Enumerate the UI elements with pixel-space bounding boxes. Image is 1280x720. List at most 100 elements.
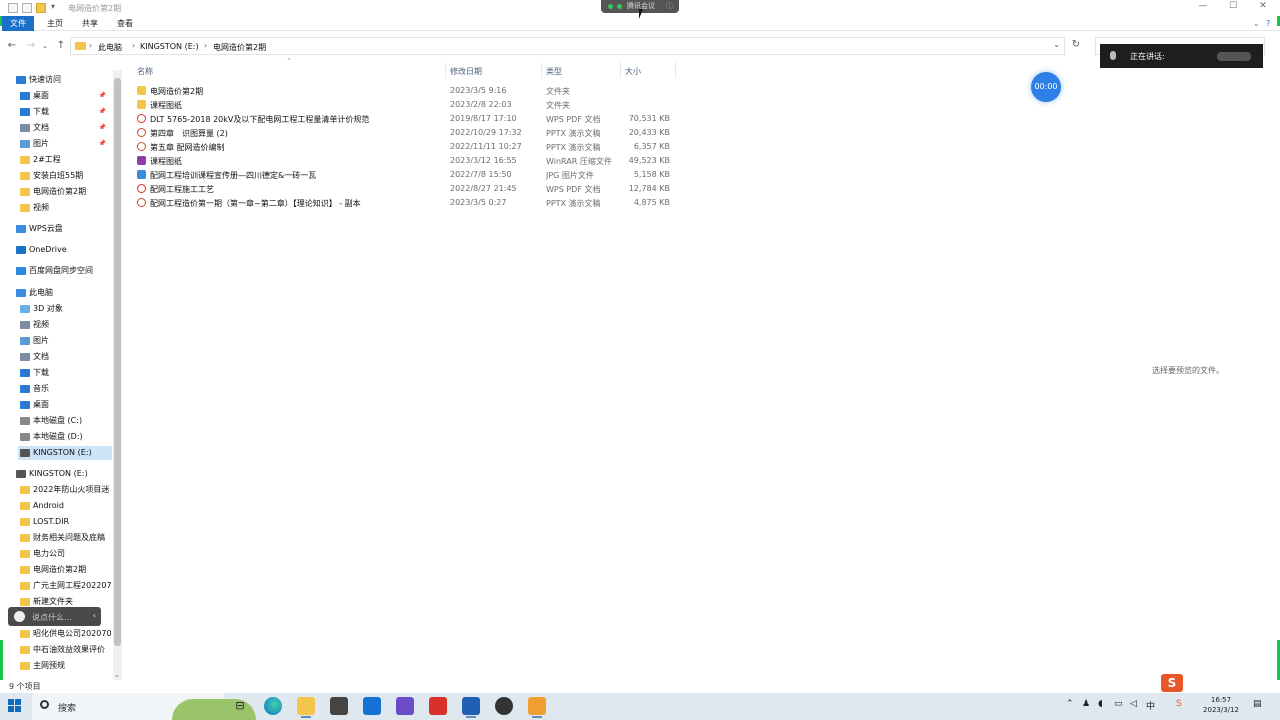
sidebar-item[interactable]: 昭化供电公司202070 [18, 627, 112, 641]
taskbar-search[interactable]: 搜索 [32, 693, 256, 720]
sidebar-item[interactable]: 音乐 [18, 382, 110, 396]
tray-app-icon[interactable]: ♟ [1082, 699, 1090, 709]
column-header-date[interactable]: 修改日期 [450, 66, 482, 77]
sidebar-item[interactable]: 3D 对象 [18, 302, 110, 316]
notification-icon[interactable]: ▤ [1253, 699, 1262, 709]
column-divider[interactable] [541, 62, 542, 78]
breadcrumb-current-folder[interactable]: 电网造价第2期 [213, 42, 266, 53]
sidebar-scroll-thumb[interactable] [114, 78, 121, 646]
minimize-button[interactable]: — [1190, 1, 1216, 11]
column-header-size[interactable]: 大小 [625, 66, 641, 77]
sidebar-item[interactable]: 本地磁盘 (C:) [18, 414, 110, 428]
wps-icon[interactable] [429, 697, 447, 715]
file-row[interactable]: 配网工程培训课程宣传册—四川德定&一砖一瓦 2022/7/8 15:50 JPG 图… [134, 168, 679, 182]
sidebar-item[interactable]: 下载 📌 [18, 105, 110, 119]
sidebar-item[interactable]: 图片 [18, 334, 110, 348]
volume-icon[interactable]: ◁ [1130, 699, 1137, 709]
address-bar[interactable]: › 此电脑 › KINGSTON (E:) › 电网造价第2期 ⌄ [70, 37, 1065, 55]
sidebar-item[interactable]: 快速访问 [14, 73, 110, 87]
sidebar-item[interactable]: 文档 📌 [18, 121, 110, 135]
chevron-right-icon[interactable]: › [132, 41, 135, 50]
sidebar-item[interactable]: WPS云盘 [14, 222, 110, 236]
file-row[interactable]: 第四章 识图算量 (2) 2022/10/29 17:32 PPTX 演示文稿 20,… [134, 126, 679, 140]
checkbox-icon[interactable] [22, 3, 32, 13]
sidebar-item[interactable]: 电网造价第2期 [18, 185, 110, 199]
column-header-name[interactable]: 名称 [137, 66, 153, 77]
file-row[interactable]: 课程图纸 2023/3/12 16:55 WinRAR 压缩文件 49,523 KB [134, 154, 679, 168]
microphone-icon[interactable]: ◖ [1098, 699, 1103, 709]
chevron-down-icon[interactable]: ⌄ [1053, 40, 1060, 49]
sidebar-item[interactable]: 桌面 📌 [18, 89, 110, 103]
sidebar-item[interactable]: Android [18, 499, 110, 513]
column-divider[interactable] [620, 62, 621, 78]
file-row[interactable]: 配网工程造价第一期（第一章~第二章）【理论知识】 - 副本 2023/3/5 0:… [134, 196, 679, 210]
recent-dropdown-icon[interactable]: ⌄ [38, 42, 52, 50]
expand-ribbon-icon[interactable]: ⌄ [1253, 19, 1260, 28]
recording-timer[interactable]: 00:00 [1031, 72, 1061, 102]
show-hidden-icons[interactable]: ⌃ [1066, 699, 1074, 709]
sidebar-item[interactable]: 电网造价第2期 [18, 563, 110, 577]
clock[interactable]: 16:57 2023/3/12 [1198, 695, 1244, 715]
collapse-arrow-icon[interactable]: ‹ [93, 611, 96, 620]
column-header-type[interactable]: 类型 [546, 66, 562, 77]
tab-share[interactable]: 共享 [74, 16, 106, 31]
sogou-ime-icon[interactable]: S [1161, 674, 1183, 692]
scroll-down-icon[interactable]: ⌄ [114, 671, 120, 679]
sidebar-item[interactable]: 图片 📌 [18, 137, 110, 151]
sidebar-item[interactable]: 视频 [18, 201, 110, 215]
sidebar-item[interactable]: 下载 [18, 366, 110, 380]
sidebar-item[interactable]: 2022年防山火项目迷 [18, 483, 110, 497]
breadcrumb-drive[interactable]: KINGSTON (E:) [140, 42, 199, 51]
file-row[interactable]: 第五章 配网造价编制 2022/11/11 10:27 PPTX 演示文稿 6,357… [134, 140, 679, 154]
up-arrow-icon[interactable]: ↑ [54, 40, 68, 51]
sidebar-item[interactable]: 本地磁盘 (D:) [18, 430, 110, 444]
pin-icon[interactable]: 📌 [99, 137, 106, 151]
edge-icon[interactable] [264, 697, 282, 715]
outlook-icon[interactable] [462, 697, 480, 718]
file-row[interactable]: 电网造价第2期 2023/3/5 9:16 文件夹 [134, 84, 679, 98]
properties-icon[interactable] [8, 3, 18, 13]
file-row[interactable]: 课程图纸 2023/2/8 22:03 文件夹 [134, 98, 679, 112]
app-icon[interactable] [495, 697, 513, 715]
tab-view[interactable]: 查看 [109, 16, 141, 31]
refresh-icon[interactable]: ↻ [1069, 39, 1083, 50]
sidebar-item[interactable]: 中石油效益效果评价 [18, 643, 110, 657]
maximize-button[interactable]: ☐ [1220, 1, 1246, 11]
tab-home[interactable]: 主页 [39, 16, 71, 31]
sidebar-item[interactable]: 2#工程 [18, 153, 110, 167]
app-icon[interactable] [396, 697, 414, 715]
pin-icon[interactable]: 📌 [99, 89, 106, 103]
meeting-app-icon[interactable] [363, 697, 381, 715]
pin-icon[interactable]: 📌 [99, 105, 106, 119]
file-row[interactable]: 配网工程施工工艺 2022/8/27 21:45 WPS PDF 文档 12,784 … [134, 182, 679, 196]
column-divider[interactable] [675, 62, 676, 78]
sidebar-item[interactable]: LOST.DIR [18, 515, 110, 529]
sidebar-item[interactable]: KINGSTON (E:) [18, 446, 112, 460]
close-button[interactable]: ✕ [1250, 1, 1276, 11]
sidebar-item[interactable]: 广元主网工程202207 [18, 579, 112, 593]
breadcrumb-this-pc[interactable]: 此电脑 [98, 42, 122, 53]
chevron-right-icon[interactable]: › [89, 41, 92, 50]
back-arrow-icon[interactable]: ← [5, 40, 19, 51]
forward-arrow-icon[interactable]: → [24, 40, 38, 51]
column-divider[interactable] [445, 62, 446, 78]
file-row[interactable]: DLT 5765-2018 20kV及以下配电网工程工程量清单计价规范 2019/… [134, 112, 679, 126]
quick-access-dropdown-icon[interactable]: ▾ [51, 2, 55, 11]
ime-indicator[interactable]: 中 [1146, 699, 1155, 712]
pin-icon[interactable]: 📌 [99, 121, 106, 135]
chevron-right-icon[interactable]: › [204, 41, 207, 50]
sidebar-item[interactable]: 主网预规 [18, 659, 110, 673]
file-explorer-icon[interactable] [297, 697, 315, 718]
windows-start-icon[interactable] [8, 699, 22, 713]
sidebar-item[interactable]: 电力公司 [18, 547, 110, 561]
calculator-icon[interactable] [330, 697, 348, 715]
sidebar-item[interactable]: OneDrive [14, 243, 110, 257]
sidebar-item[interactable]: 安装白班55期 [18, 169, 110, 183]
chat-input-bar[interactable]: 说点什么... ‹ [8, 607, 101, 626]
sidebar-item[interactable]: 视频 [18, 318, 110, 332]
task-view-icon[interactable]: ⊟ [231, 697, 249, 715]
tab-file[interactable]: 文件 [2, 16, 34, 31]
emoji-icon[interactable] [14, 611, 25, 622]
new-folder-icon[interactable] [36, 3, 46, 13]
network-icon[interactable]: ▭ [1114, 699, 1123, 709]
